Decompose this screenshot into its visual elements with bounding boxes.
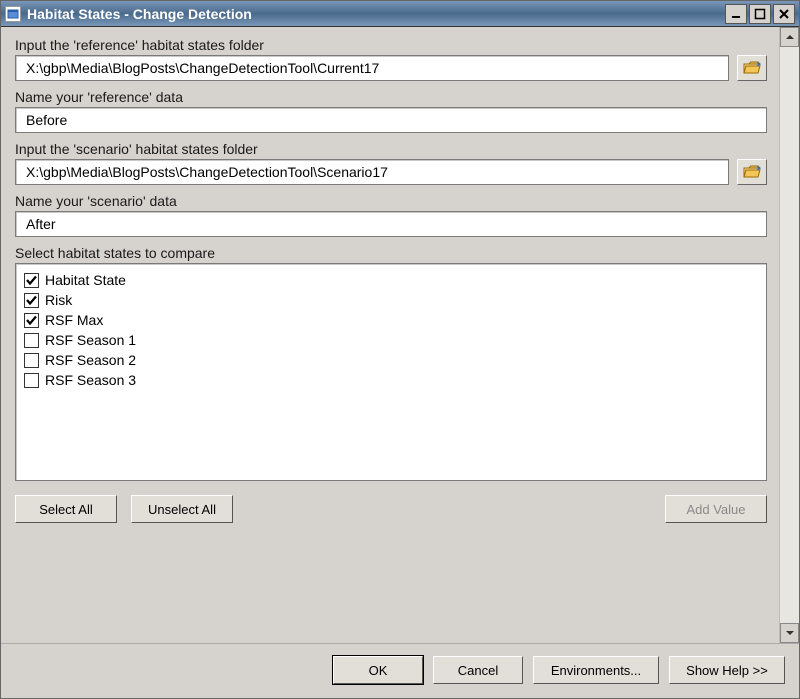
compare-item-label: Risk bbox=[45, 292, 72, 308]
checkbox-unchecked-icon[interactable] bbox=[24, 353, 39, 368]
compare-item-label: Habitat State bbox=[45, 272, 126, 288]
minimize-button[interactable] bbox=[725, 4, 747, 24]
scenario-name-input[interactable] bbox=[15, 211, 767, 237]
compare-item-label: RSF Season 1 bbox=[45, 332, 136, 348]
scenario-folder-group: Input the 'scenario' habitat states fold… bbox=[15, 141, 779, 185]
reference-name-label: Name your 'reference' data bbox=[15, 89, 779, 105]
checkbox-checked-icon[interactable] bbox=[24, 313, 39, 328]
chevron-up-icon bbox=[785, 32, 795, 42]
vertical-scrollbar[interactable] bbox=[779, 27, 799, 643]
chevron-down-icon bbox=[785, 628, 795, 638]
browse-reference-folder-button[interactable] bbox=[737, 55, 767, 81]
scenario-folder-input[interactable] bbox=[15, 159, 729, 185]
reference-name-input[interactable] bbox=[15, 107, 767, 133]
scenario-folder-label: Input the 'scenario' habitat states fold… bbox=[15, 141, 779, 157]
scroll-track[interactable] bbox=[780, 47, 799, 623]
show-help-button[interactable]: Show Help >> bbox=[669, 656, 785, 684]
window-title: Habitat States - Change Detection bbox=[27, 6, 723, 22]
scenario-name-group: Name your 'scenario' data bbox=[15, 193, 779, 237]
maximize-button[interactable] bbox=[749, 4, 771, 24]
compare-item[interactable]: Risk bbox=[24, 290, 758, 310]
form-area: Input the 'reference' habitat states fol… bbox=[1, 27, 779, 643]
compare-item[interactable]: RSF Season 1 bbox=[24, 330, 758, 350]
close-button[interactable] bbox=[773, 4, 795, 24]
checkbox-checked-icon[interactable] bbox=[24, 273, 39, 288]
compare-item[interactable]: Habitat State bbox=[24, 270, 758, 290]
dialog-window: Habitat States - Change Detection Input … bbox=[0, 0, 800, 699]
titlebar: Habitat States - Change Detection bbox=[1, 1, 799, 27]
compare-item-label: RSF Season 3 bbox=[45, 372, 136, 388]
reference-folder-group: Input the 'reference' habitat states fol… bbox=[15, 37, 779, 81]
environments-button[interactable]: Environments... bbox=[533, 656, 659, 684]
compare-item[interactable]: RSF Max bbox=[24, 310, 758, 330]
dialog-footer: OK Cancel Environments... Show Help >> bbox=[1, 643, 799, 698]
list-button-row: Select All Unselect All Add Value bbox=[15, 495, 779, 523]
reference-name-group: Name your 'reference' data bbox=[15, 89, 779, 133]
browse-scenario-folder-button[interactable] bbox=[737, 159, 767, 185]
compare-item[interactable]: RSF Season 3 bbox=[24, 370, 758, 390]
compare-group: Select habitat states to compare Habitat… bbox=[15, 245, 779, 481]
scroll-up-button[interactable] bbox=[780, 27, 799, 47]
unselect-all-button[interactable]: Unselect All bbox=[131, 495, 233, 523]
checkbox-checked-icon[interactable] bbox=[24, 293, 39, 308]
scenario-name-label: Name your 'scenario' data bbox=[15, 193, 779, 209]
compare-label: Select habitat states to compare bbox=[15, 245, 779, 261]
compare-item[interactable]: RSF Season 2 bbox=[24, 350, 758, 370]
client-area: Input the 'reference' habitat states fol… bbox=[1, 27, 799, 643]
compare-item-label: RSF Season 2 bbox=[45, 352, 136, 368]
compare-item-label: RSF Max bbox=[45, 312, 103, 328]
compare-listbox[interactable]: Habitat State Risk RSF Max RSF Season 1 RSF … bbox=[15, 263, 767, 481]
reference-folder-input[interactable] bbox=[15, 55, 729, 81]
cancel-button[interactable]: Cancel bbox=[433, 656, 523, 684]
checkbox-unchecked-icon[interactable] bbox=[24, 333, 39, 348]
select-all-button[interactable]: Select All bbox=[15, 495, 117, 523]
checkbox-unchecked-icon[interactable] bbox=[24, 373, 39, 388]
reference-folder-label: Input the 'reference' habitat states fol… bbox=[15, 37, 779, 53]
app-icon bbox=[5, 6, 21, 22]
scroll-down-button[interactable] bbox=[780, 623, 799, 643]
folder-open-icon bbox=[743, 61, 761, 75]
add-value-button: Add Value bbox=[665, 495, 767, 523]
folder-open-icon bbox=[743, 165, 761, 179]
ok-button[interactable]: OK bbox=[333, 656, 423, 684]
